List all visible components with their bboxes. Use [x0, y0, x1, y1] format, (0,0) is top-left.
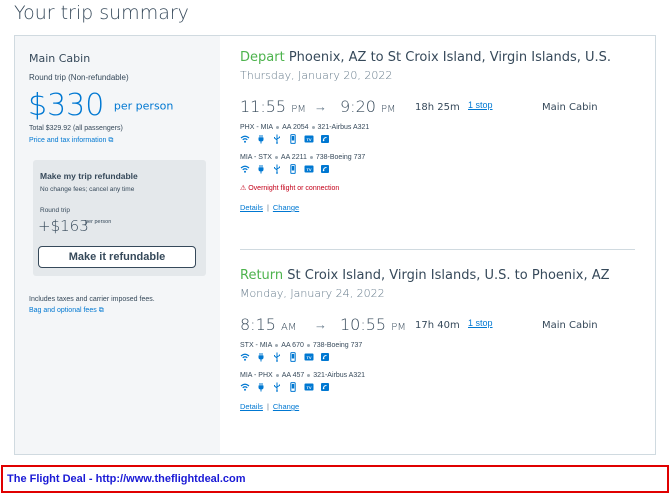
- stops-link[interactable]: 1 stop: [468, 100, 493, 110]
- flight-leg: STX - MIA AA 670 738-Boeing 737: [240, 342, 363, 349]
- change-link[interactable]: Change: [273, 402, 299, 411]
- cabin-class: Main Cabin: [542, 102, 598, 113]
- segment-divider: [240, 249, 635, 250]
- price-display: $330 per person: [28, 88, 173, 125]
- stops-link[interactable]: 1 stop: [468, 318, 493, 328]
- warning-icon: ⚠: [240, 185, 247, 192]
- usb-icon: [272, 134, 282, 152]
- power-icon: [256, 134, 266, 152]
- tv-icon: TV: [304, 352, 314, 370]
- depart-route: Phoenix, AZ to St Croix Island, Virgin I…: [288, 50, 612, 65]
- amenities-row: TV: [240, 352, 640, 364]
- refund-subtitle: No change fees; cancel any time: [40, 186, 135, 193]
- usb-icon: [272, 382, 282, 400]
- details-link[interactable]: Details: [240, 203, 263, 212]
- arrow-right-icon: →: [314, 317, 327, 332]
- external-link-icon: ⧉: [98, 307, 104, 314]
- make-refundable-button[interactable]: Make it refundable: [38, 246, 196, 268]
- cabin-label: Main Cabin: [29, 52, 91, 65]
- svg-text:TV: TV: [306, 355, 311, 360]
- depart-times: 11:55 PM → 9:20 PM 18h 25m 1 stop Main C…: [240, 94, 640, 122]
- phone-entertainment-icon: [288, 134, 298, 152]
- amenities-row: TV: [240, 134, 640, 146]
- tv-icon: TV: [304, 164, 314, 182]
- details-link[interactable]: Details: [240, 402, 263, 411]
- streaming-icon: [320, 134, 330, 152]
- change-link[interactable]: Change: [273, 203, 299, 212]
- external-link-icon: ⧉: [108, 137, 114, 144]
- phone-entertainment-icon: [288, 382, 298, 400]
- trip-type: Round trip (Non-refundable): [29, 73, 129, 82]
- tv-icon: TV: [304, 134, 314, 152]
- segment-links: Details | Change: [240, 402, 300, 411]
- departure-time: 8:15 AM: [240, 315, 297, 334]
- tv-icon: TV: [304, 382, 314, 400]
- return-segment: Return St Croix Island, Virgin Islands, …: [240, 268, 640, 411]
- trip-summary-card: Main Cabin Round trip (Non-refundable) $…: [14, 35, 656, 455]
- return-times: 8:15 AM → 10:55 PM 17h 40m 1 stop Main C…: [240, 312, 640, 340]
- includes-taxes-note: Includes taxes and carrier imposed fees.: [29, 296, 155, 303]
- refund-title: Make my trip refundable: [40, 171, 138, 181]
- arrival-time: 9:20 PM: [340, 97, 396, 116]
- return-date: Monday, January 24, 2022: [240, 287, 385, 300]
- depart-keyword: Depart: [240, 50, 285, 65]
- return-route: St Croix Island, Virgin Islands, U.S. to…: [287, 268, 610, 283]
- refundable-upsell: Make my trip refundable No change fees; …: [33, 160, 206, 276]
- wifi-icon: [240, 382, 250, 400]
- refund-price: +$163: [38, 217, 89, 235]
- svg-text:TV: TV: [306, 385, 311, 390]
- usb-icon: [272, 352, 282, 370]
- price-sidebar: Main Cabin Round trip (Non-refundable) $…: [15, 36, 220, 454]
- flight-leg: MIA - STX AA 2211 738-Boeing 737: [240, 154, 366, 161]
- streaming-icon: [320, 164, 330, 182]
- return-heading: Return St Croix Island, Virgin Islands, …: [240, 268, 640, 283]
- svg-text:TV: TV: [306, 167, 311, 172]
- refund-per-person: per person: [85, 219, 112, 225]
- wifi-icon: [240, 164, 250, 182]
- usb-icon: [272, 164, 282, 182]
- wifi-icon: [240, 134, 250, 152]
- price-amount: $330: [28, 88, 105, 123]
- streaming-icon: [320, 382, 330, 400]
- flight-duration: 17h 40m: [415, 320, 460, 331]
- svg-text:TV: TV: [306, 137, 311, 142]
- depart-date: Thursday, January 20, 2022: [240, 69, 393, 82]
- amenities-row: TV: [240, 382, 640, 394]
- departure-time: 11:55 PM: [240, 97, 306, 116]
- arrow-right-icon: →: [314, 99, 327, 114]
- depart-heading: Depart Phoenix, AZ to St Croix Island, V…: [240, 50, 640, 65]
- price-tax-link[interactable]: Price and tax information ⧉: [29, 137, 113, 145]
- refund-round-trip: Round trip: [40, 207, 70, 214]
- footer-text: The Flight Deal - http://www.theflightde…: [7, 473, 246, 485]
- power-icon: [256, 382, 266, 400]
- segment-links: Details | Change: [240, 203, 300, 212]
- amenities-row: TV: [240, 164, 640, 176]
- depart-segment: Depart Phoenix, AZ to St Croix Island, V…: [240, 50, 640, 212]
- flight-leg: PHX - MIA AA 2054 321-Airbus A321: [240, 124, 370, 131]
- power-icon: [256, 352, 266, 370]
- flight-leg: MIA - PHX AA 457 321-Airbus A321: [240, 372, 366, 379]
- footer-banner: The Flight Deal - http://www.theflightde…: [1, 465, 669, 493]
- wifi-icon: [240, 352, 250, 370]
- streaming-icon: [320, 352, 330, 370]
- arrival-time: 10:55 PM: [340, 315, 406, 334]
- per-person-label: per person: [113, 99, 174, 113]
- flight-duration: 18h 25m: [415, 102, 460, 113]
- cabin-class: Main Cabin: [542, 320, 598, 331]
- phone-entertainment-icon: [288, 164, 298, 182]
- bag-fees-link[interactable]: Bag and optional fees ⧉: [29, 307, 104, 315]
- phone-entertainment-icon: [288, 352, 298, 370]
- return-keyword: Return: [240, 268, 284, 283]
- overnight-warning: ⚠ Overnight flight or connection: [240, 185, 340, 192]
- power-icon: [256, 164, 266, 182]
- page-title: Your trip summary: [14, 2, 189, 24]
- total-price: Total $329.92 (all passengers): [29, 125, 123, 132]
